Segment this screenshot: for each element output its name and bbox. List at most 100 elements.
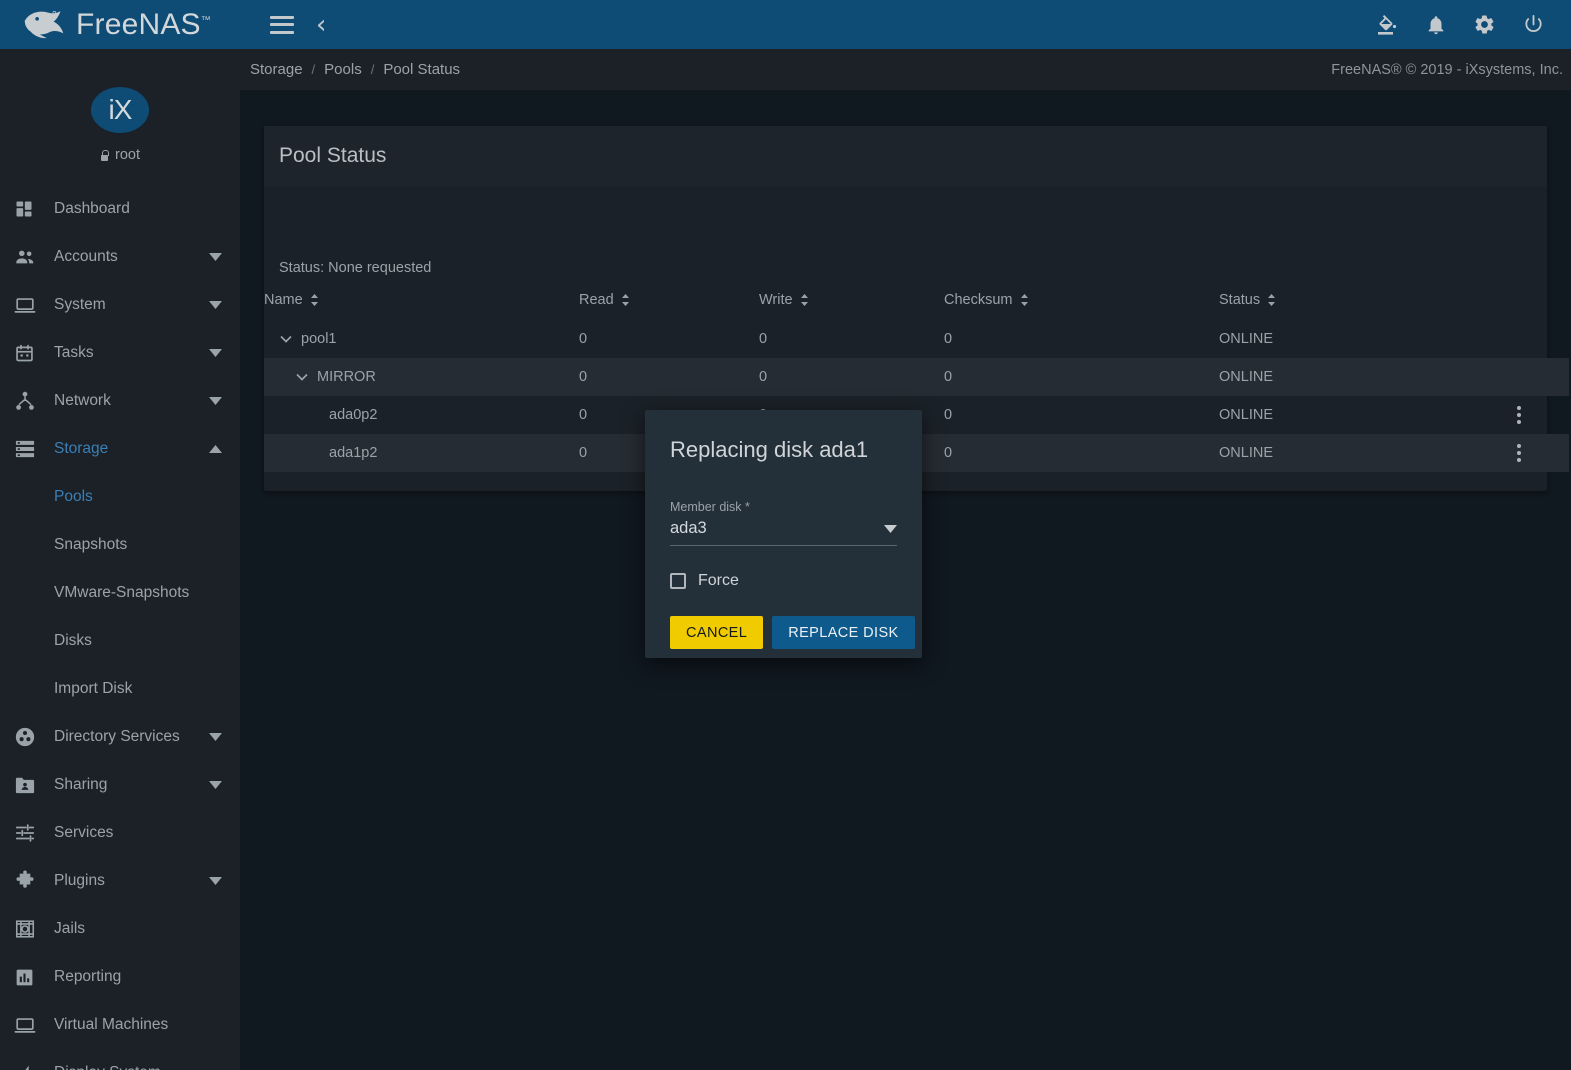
sidebar-item-disks[interactable]: Disks (0, 617, 240, 665)
sort-icon (1268, 294, 1276, 306)
directory-icon (14, 726, 54, 748)
sort-icon (800, 294, 808, 306)
breadcrumb-separator: / (311, 62, 316, 77)
chevron-down-icon[interactable] (204, 781, 226, 789)
chevron-down-icon[interactable] (204, 253, 226, 261)
sidebar-item-label: Reporting (54, 968, 122, 985)
chevron-down-icon[interactable] (295, 370, 309, 384)
sidebar-item-label: Sharing (54, 776, 108, 793)
network-icon (14, 390, 54, 412)
chevron-down-icon[interactable] (204, 877, 226, 885)
freenas-shark-logo (24, 10, 64, 38)
sidebar-item-tasks[interactable]: Tasks (0, 329, 240, 377)
monitor-icon (14, 294, 54, 316)
sidebar-nav: Dashboard Accounts System Tasks Network … (0, 185, 240, 1070)
sidebar-item-pools[interactable]: Pools (0, 473, 240, 521)
calendar-icon (14, 343, 54, 364)
sidebar-item-reporting[interactable]: Reporting (0, 953, 240, 1001)
sidebar-item-virtual-machines[interactable]: Virtual Machines (0, 1001, 240, 1049)
dialog-actions: CANCEL REPLACE DISK (645, 590, 922, 649)
theme-fill-icon[interactable] (1375, 13, 1399, 37)
replace-disk-dialog: Replacing disk ada1 Member disk * ada3 F… (645, 410, 922, 658)
column-label: Read (579, 292, 614, 308)
row-read: 0 (579, 331, 588, 347)
row-checksum: 0 (944, 407, 953, 423)
sidebar-item-jails[interactable]: Jails (0, 905, 240, 953)
row-actions-menu-icon[interactable] (1469, 444, 1569, 462)
breadcrumb-item-storage[interactable]: Storage (250, 61, 303, 78)
member-disk-select[interactable]: ada3 (670, 519, 897, 546)
user-block: iX root (0, 49, 240, 163)
avatar: iX (91, 87, 149, 133)
chevron-down-icon[interactable] (204, 349, 226, 357)
column-header-checksum[interactable]: Checksum (944, 292, 1219, 320)
sidebar-item-label: Snapshots (54, 536, 128, 553)
chevron-down-icon[interactable] (204, 733, 226, 741)
sidebar-item-label: Storage (54, 440, 109, 457)
column-header-status[interactable]: Status (1219, 292, 1469, 320)
column-label: Name (264, 292, 303, 308)
sidebar-item-network[interactable]: Network (0, 377, 240, 425)
column-header-name[interactable]: Name (264, 292, 579, 320)
sidebar-item-snapshots[interactable]: Snapshots (0, 521, 240, 569)
sidebar-item-label: Jails (54, 920, 86, 937)
share-folder-icon (14, 775, 54, 795)
user-label: root (115, 147, 140, 163)
caret-down-icon[interactable] (884, 520, 897, 538)
row-checksum: 0 (944, 434, 1219, 472)
row-name: MIRROR (317, 369, 376, 385)
monitor-icon (14, 1014, 54, 1036)
sidebar-item-dashboard[interactable]: Dashboard (0, 185, 240, 233)
column-header-write[interactable]: Write (759, 292, 944, 320)
sidebar-item-display-system[interactable]: Display System (0, 1049, 240, 1070)
sort-icon (621, 294, 629, 306)
row-status: ONLINE (1219, 407, 1273, 423)
sidebar-item-plugins[interactable]: Plugins (0, 857, 240, 905)
row-status: ONLINE (1219, 331, 1273, 347)
breadcrumb-item-pools[interactable]: Pools (324, 61, 362, 78)
sidebar: iX root Dashboard Accounts System Tasks … (0, 49, 240, 1070)
member-disk-field: Member disk * ada3 (645, 463, 922, 546)
replace-disk-button[interactable]: REPLACE DISK (772, 616, 915, 649)
chevron-down-icon[interactable] (279, 332, 293, 346)
dashboard-icon (14, 199, 54, 219)
member-disk-value: ada3 (670, 519, 707, 537)
chevron-down-icon[interactable] (204, 397, 226, 405)
sidebar-item-label: Disks (54, 632, 92, 649)
table-header: Name Read Write Checksum Status (264, 292, 1569, 320)
column-header-read[interactable]: Read (579, 292, 759, 320)
row-actions-menu-icon[interactable] (1469, 406, 1569, 424)
sidebar-item-sharing[interactable]: Sharing (0, 761, 240, 809)
breadcrumb-item-pool-status[interactable]: Pool Status (383, 61, 460, 78)
sidebar-item-system[interactable]: System (0, 281, 240, 329)
chevron-left-icon[interactable]: ‹ (316, 12, 326, 38)
force-checkbox[interactable] (670, 573, 686, 589)
sidebar-item-accounts[interactable]: Accounts (0, 233, 240, 281)
sidebar-item-label: System (54, 296, 106, 313)
sidebar-item-import-disk[interactable]: Import Disk (0, 665, 240, 713)
sidebar-item-label: Services (54, 824, 114, 841)
cancel-button[interactable]: CANCEL (670, 616, 764, 649)
gear-icon[interactable] (1473, 13, 1496, 36)
row-name: pool1 (301, 331, 337, 347)
sidebar-item-label: Import Disk (54, 680, 133, 697)
status-text: Status: None requested (279, 260, 432, 276)
row-status: ONLINE (1219, 358, 1469, 396)
brand-name: FreeNAS™ (76, 7, 211, 41)
sidebar-item-storage[interactable]: Storage (0, 425, 240, 473)
force-checkbox-row[interactable]: Force (645, 546, 922, 590)
trademark-mark: ™ (200, 14, 211, 26)
hamburger-icon[interactable] (270, 15, 294, 34)
copyright-text: FreeNAS® © 2019 - iXsystems, Inc. (1331, 61, 1563, 78)
sidebar-item-vmware-snapshots[interactable]: VMware-Snapshots (0, 569, 240, 617)
display-icon (14, 1062, 54, 1070)
sidebar-item-directory-services[interactable]: Directory Services (0, 713, 240, 761)
sidebar-item-services[interactable]: Services (0, 809, 240, 857)
power-icon[interactable] (1522, 13, 1545, 36)
table-row[interactable]: pool1 0 0 0 ONLINE (264, 320, 1569, 358)
bell-icon[interactable] (1425, 14, 1447, 36)
table-row[interactable]: MIRROR 0 0 0 ONLINE (264, 358, 1569, 396)
chevron-down-icon[interactable] (204, 301, 226, 309)
chevron-up-icon[interactable] (204, 445, 226, 453)
sort-icon (1020, 294, 1028, 306)
